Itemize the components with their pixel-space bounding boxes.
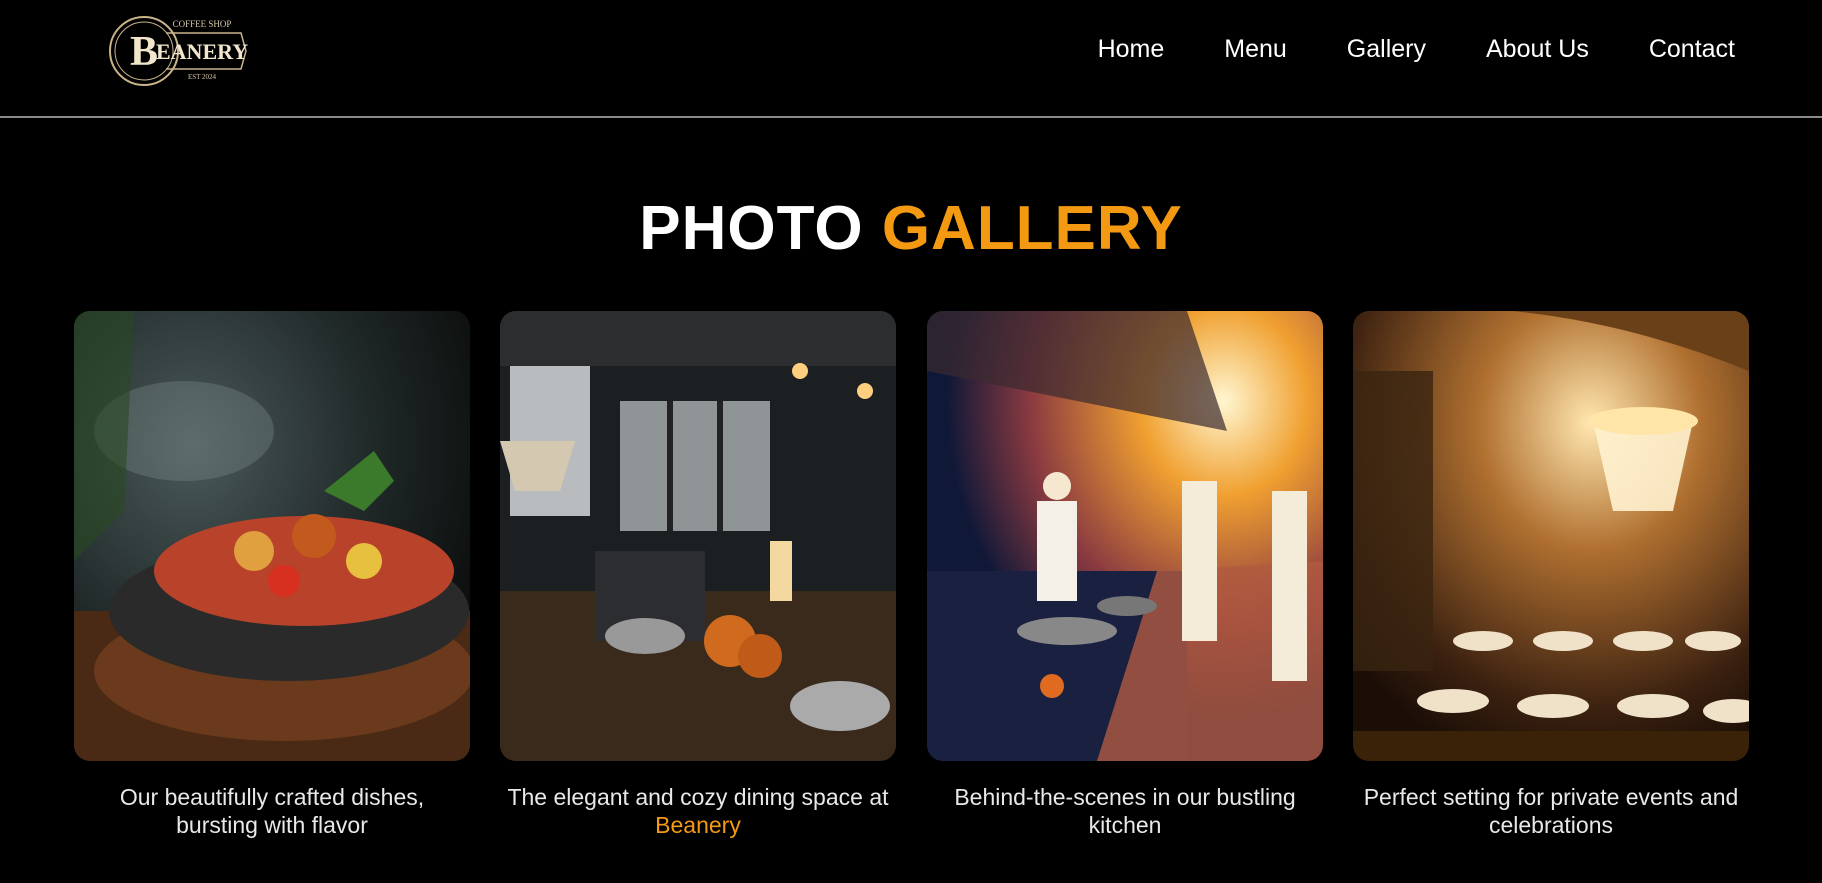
caption-events: Perfect setting for private events and c…	[1363, 784, 1739, 838]
nav-about-us[interactable]: About Us	[1486, 34, 1589, 64]
caption-dishes: Our beautifully crafted dishes, bursting…	[119, 784, 425, 838]
logo-top-text: COFFEE SHOP	[173, 19, 232, 29]
food-dish-image[interactable]	[74, 311, 470, 761]
beanery-logo[interactable]: COFFEE SHOP B EANERY EST 2024	[106, 13, 252, 89]
main-nav: Home Menu Gallery About Us Contact	[1098, 34, 1735, 64]
caption-kitchen: Behind-the-scenes in our bustling kitche…	[954, 784, 1296, 838]
logo-emblem-icon: COFFEE SHOP B EANERY EST 2024	[109, 16, 248, 86]
caption-beanery-link: Beanery	[655, 812, 741, 838]
logo-name: EANERY	[156, 39, 248, 64]
caption-dining-text: The elegant and cozy dining space at	[507, 784, 889, 810]
gallery-card-dishes: Our beautifully crafted dishes, bursting…	[74, 311, 470, 839]
gallery-card-events: Perfect setting for private events and c…	[1353, 311, 1749, 839]
nav-menu[interactable]: Menu	[1224, 34, 1287, 64]
title-part2: GALLERY	[881, 194, 1183, 263]
page-title: PHOTO GALLERY	[0, 193, 1822, 265]
banquet-hall-image[interactable]	[1353, 311, 1749, 761]
kitchen-image[interactable]	[927, 311, 1323, 761]
logo-est: EST 2024	[188, 73, 217, 81]
site-header: COFFEE SHOP B EANERY EST 2024 Home Menu …	[0, 0, 1822, 118]
gallery-card-kitchen: Behind-the-scenes in our bustling kitche…	[927, 311, 1323, 839]
caption-dining: The elegant and cozy dining space at Bea…	[500, 783, 896, 839]
logo-letter: B	[130, 29, 158, 75]
nav-home[interactable]: Home	[1098, 34, 1165, 64]
dining-room-image[interactable]	[500, 311, 896, 761]
nav-gallery[interactable]: Gallery	[1347, 34, 1426, 64]
title-part1: PHOTO	[639, 194, 864, 263]
gallery-card-dining: The elegant and cozy dining space at Bea…	[500, 311, 896, 839]
nav-contact[interactable]: Contact	[1649, 34, 1735, 64]
